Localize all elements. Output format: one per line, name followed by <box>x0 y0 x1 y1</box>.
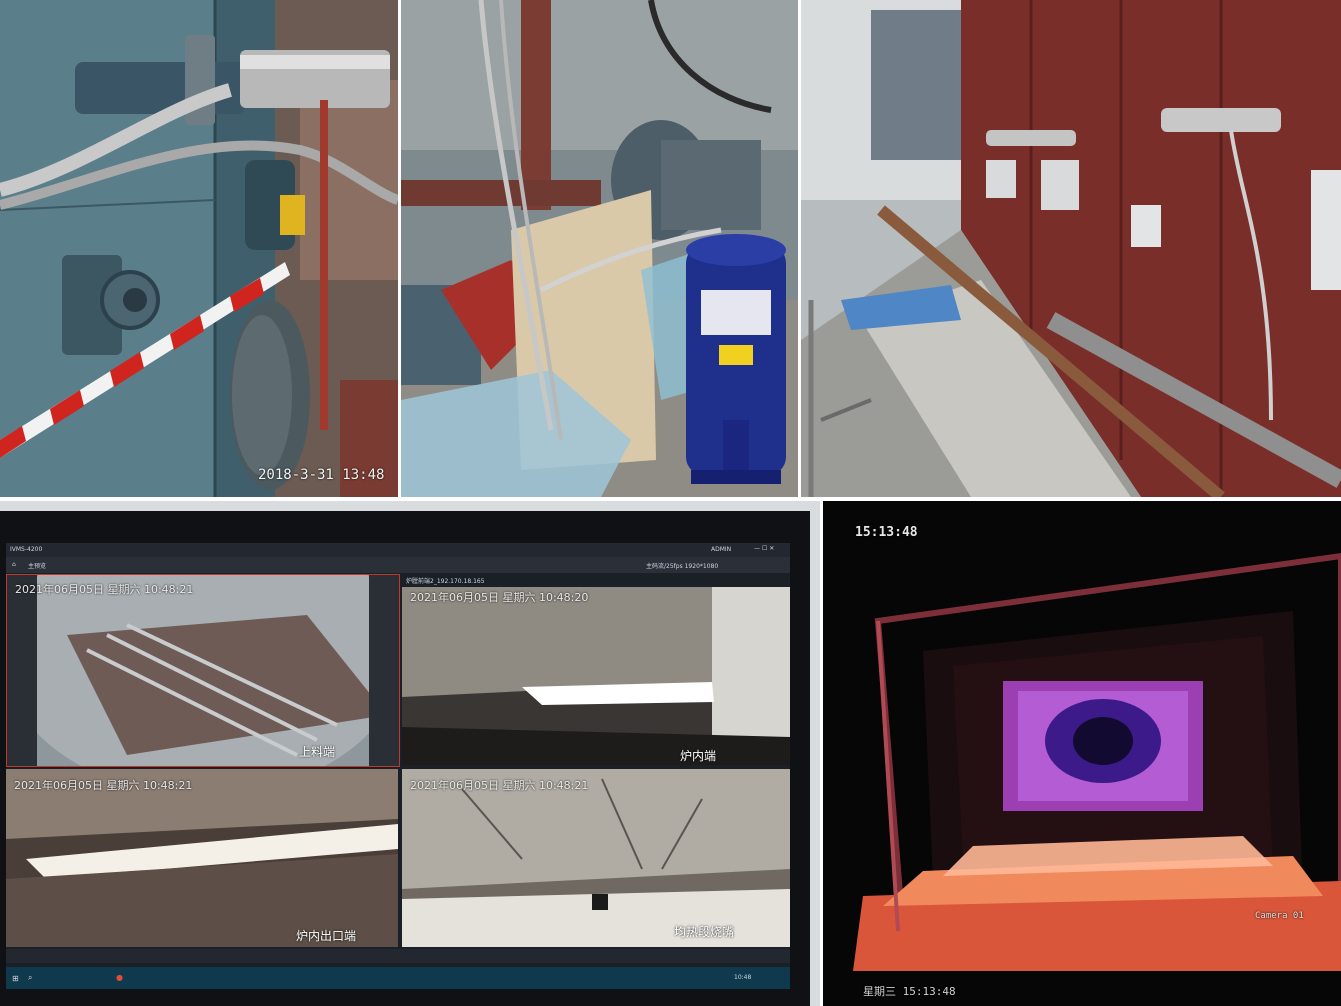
start-icon[interactable]: ⊞ <box>12 974 19 983</box>
header-user[interactable]: ADMIN <box>711 546 731 553</box>
photo-timestamp: 2018-3-31 13:48 <box>258 467 385 483</box>
cam-4-label: 均热段烧嘴 <box>674 925 735 939</box>
dark-camera-label: Camera 01 <box>1255 911 1304 921</box>
cam-3-label: 炉内出口端 <box>296 929 357 943</box>
monitor-photo: IVMS-4200 ADMIN — ☐ ✕ ⌂ 主预览 主码流/25fps 19… <box>0 501 820 1006</box>
taskbar-app-icon[interactable]: ● <box>116 973 123 982</box>
window-controls-icon[interactable]: — ☐ ✕ <box>754 545 774 552</box>
cam-view-2-graphic <box>402 587 790 765</box>
photo-furnace-side <box>801 0 1341 497</box>
cam-view-3[interactable]: 2021年06月05日 星期六 10:48:21 炉内出口端 <box>6 769 398 947</box>
furnace-camera-view: 15:13:48 Camera 01 星期三 15:13:48 <box>823 501 1341 1006</box>
cam-2-label: 炉内端 <box>680 749 717 763</box>
ivms-title-bar: IVMS-4200 ADMIN — ☐ ✕ <box>6 543 790 557</box>
camera-url-info: 炉膛前端2_192.170.18.165 <box>406 578 485 585</box>
cam-view-2[interactable]: 2021年06月05日 星期六 10:48:20 炉内端 <box>402 587 790 765</box>
monitor-screen: IVMS-4200 ADMIN — ☐ ✕ ⌂ 主预览 主码流/25fps 19… <box>6 543 790 989</box>
cam-2-osd: 2021年06月05日 星期六 10:48:20 <box>410 591 589 604</box>
cam-1-label: 上料端 <box>299 745 336 759</box>
cam-view-1-graphic <box>7 575 399 766</box>
photo-filter-unit-graphic <box>401 0 798 497</box>
menu-home-icon[interactable]: ⌂ <box>12 561 16 568</box>
furnace-camera-graphic <box>823 501 1341 1006</box>
stream-info: 主码流/25fps 1920*1080 <box>646 563 719 570</box>
cam-view-1[interactable]: 2021年06月05日 星期六 10:48:21 上料端 <box>6 574 400 767</box>
dark-time-top: 15:13:48 <box>855 525 918 540</box>
photo-filter-unit <box>401 0 798 497</box>
app-title: IVMS-4200 <box>10 546 43 553</box>
taskbar-clock: 10:48 <box>734 974 752 981</box>
dark-bottom-osd: 星期三 15:13:48 <box>863 985 956 998</box>
cam-view-4-graphic <box>402 769 790 947</box>
photo-furnace-wall: 2018-3-31 13:48 <box>0 0 398 497</box>
cam-1-osd: 2021年06月05日 星期六 10:48:21 <box>15 583 194 596</box>
photo-furnace-wall-graphic <box>0 0 398 497</box>
cam-4-osd: 2021年06月05日 星期六 10:48:21 <box>410 779 589 792</box>
photo-furnace-side-graphic <box>801 0 1341 497</box>
ivms-control-strip <box>6 949 790 963</box>
cam-view-3-graphic <box>6 769 398 947</box>
search-icon[interactable]: ⌕ <box>28 973 32 983</box>
cam-3-osd: 2021年06月05日 星期六 10:48:21 <box>14 779 193 792</box>
menu-main-preview[interactable]: 主预览 <box>28 561 46 570</box>
ivms-menu-bar: ⌂ 主预览 主码流/25fps 1920*1080 <box>6 557 790 573</box>
windows-taskbar: ⊞ ⌕ ● 10:48 <box>6 967 790 989</box>
cam-view-4[interactable]: 2021年06月05日 星期六 10:48:21 均热段烧嘴 <box>402 769 790 947</box>
